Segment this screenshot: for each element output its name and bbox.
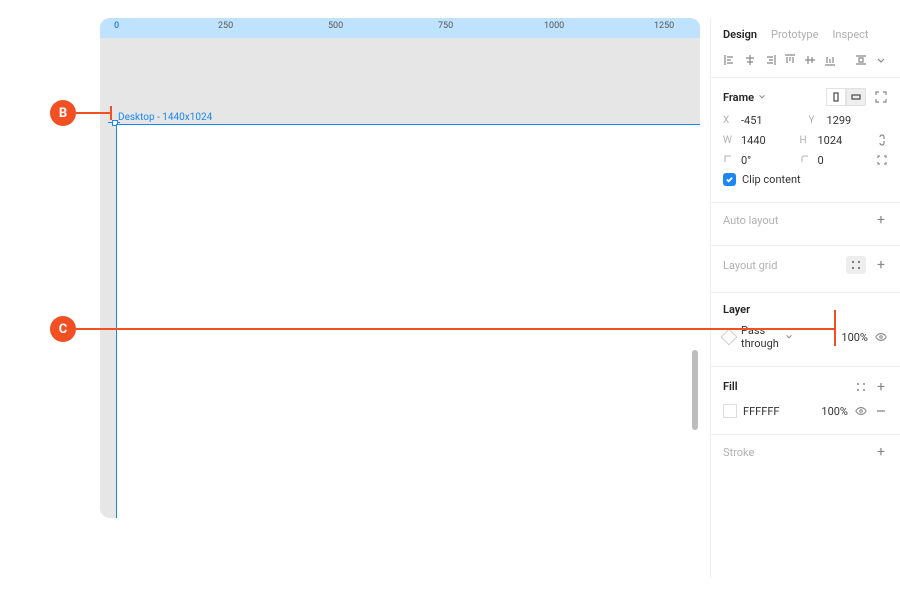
fill-opacity-value[interactable]: 100% <box>821 405 848 418</box>
fill-styles-icon[interactable] <box>856 377 866 396</box>
fill-section: Fill + FFFFFF 100% <box>711 367 900 434</box>
rotation-icon <box>723 154 735 167</box>
auto-layout-title: Auto layout <box>723 214 778 227</box>
fill-title: Fill <box>723 380 738 393</box>
align-hcenter-icon[interactable] <box>743 53 757 67</box>
frame-section: Frame X -451 Y 1299 W 1440 H 1024 <box>711 78 900 202</box>
h-value[interactable]: 1024 <box>818 134 871 147</box>
horizontal-ruler: 0 250 500 750 1000 1250 <box>100 18 700 38</box>
blend-mode-icon <box>721 329 738 346</box>
layout-grid-styles-button[interactable] <box>846 256 866 274</box>
align-vcenter-icon[interactable] <box>803 53 817 67</box>
y-label: Y <box>809 115 821 126</box>
fill-color-swatch[interactable] <box>723 404 737 418</box>
landscape-button[interactable] <box>846 88 866 106</box>
callout-badge-b: B <box>50 100 76 126</box>
w-label: W <box>723 135 735 146</box>
callout-line <box>834 310 836 346</box>
fill-visibility-icon[interactable] <box>854 404 868 418</box>
align-top-icon[interactable] <box>783 53 797 67</box>
callout-line <box>76 328 836 330</box>
alignment-row <box>711 49 900 77</box>
ruler-tick: 750 <box>438 21 453 31</box>
stroke-title: Stroke <box>723 446 754 459</box>
canvas-area[interactable]: 0 250 500 750 1000 1250 Desktop - 1440x1… <box>100 18 700 518</box>
layer-title: Layer <box>723 303 750 316</box>
corner-radius-icon <box>800 154 812 167</box>
tab-inspect[interactable]: Inspect <box>832 28 868 41</box>
layout-grid-title: Layout grid <box>723 259 777 272</box>
clip-content-label: Clip content <box>742 173 801 186</box>
add-fill-button[interactable]: + <box>874 380 888 394</box>
callout-line <box>76 112 112 114</box>
frame-title-label: Frame <box>723 91 754 104</box>
ruler-tick-0: 0 <box>114 21 119 31</box>
align-bottom-icon[interactable] <box>823 53 837 67</box>
inspector-panel: Design Prototype Inspect Frame <box>710 18 900 578</box>
x-label: X <box>723 115 735 126</box>
canvas-scrollbar[interactable] <box>692 350 698 430</box>
orientation-toggle <box>826 88 866 106</box>
fill-hex-value[interactable]: FFFFFF <box>743 405 779 418</box>
resize-to-fit-icon[interactable] <box>874 90 888 104</box>
align-right-icon[interactable] <box>763 53 777 67</box>
ruler-tick: 1250 <box>654 21 674 31</box>
frame-title[interactable]: Frame <box>723 91 766 104</box>
visibility-eye-icon[interactable] <box>874 330 888 344</box>
radius-value[interactable]: 0 <box>818 154 871 167</box>
rotation-value[interactable]: 0° <box>741 154 794 167</box>
x-value[interactable]: -451 <box>741 114 803 127</box>
w-value[interactable]: 1440 <box>741 134 794 147</box>
chevron-down-icon[interactable] <box>785 333 793 341</box>
chevron-down-icon <box>758 93 766 101</box>
independent-corners-icon[interactable] <box>876 153 888 167</box>
ruler-tick: 500 <box>328 21 343 31</box>
auto-layout-section: Auto layout + <box>711 203 900 245</box>
more-align-icon[interactable] <box>874 53 888 67</box>
panel-tabs: Design Prototype Inspect <box>711 18 900 49</box>
add-layout-grid-button[interactable]: + <box>874 258 888 272</box>
layer-opacity-value[interactable]: 100% <box>841 331 868 344</box>
layout-grid-section: Layout grid + <box>711 246 900 292</box>
ruler-tick: 1000 <box>544 21 564 31</box>
add-auto-layout-button[interactable]: + <box>874 213 888 227</box>
y-value[interactable]: 1299 <box>827 114 889 127</box>
h-label: H <box>800 135 812 146</box>
distribute-icon[interactable] <box>854 53 868 67</box>
clip-content-checkbox[interactable] <box>723 173 736 186</box>
callout-tick <box>110 106 112 120</box>
stroke-section: Stroke + <box>711 435 900 477</box>
remove-fill-button[interactable] <box>874 404 888 418</box>
tab-prototype[interactable]: Prototype <box>771 28 818 41</box>
frame-rect[interactable] <box>116 124 700 518</box>
frame-name-label[interactable]: Desktop - 1440x1024 <box>118 112 212 123</box>
tab-design[interactable]: Design <box>723 28 757 41</box>
constrain-proportions-icon[interactable] <box>876 133 888 147</box>
ruler-tick: 250 <box>218 21 233 31</box>
portrait-button[interactable] <box>826 88 846 106</box>
callout-badge-c: C <box>50 316 76 342</box>
add-stroke-button[interactable]: + <box>874 445 888 459</box>
align-left-icon[interactable] <box>723 53 737 67</box>
